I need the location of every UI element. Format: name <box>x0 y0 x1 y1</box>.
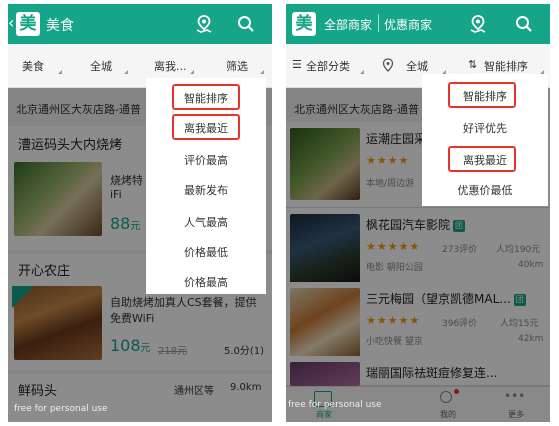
header-bar: 美 全部商家 优惠商家 <box>286 4 550 44</box>
dropdown-arrow-icon <box>260 70 264 74</box>
map-location-icon[interactable] <box>194 14 214 34</box>
list-icon: ☰ <box>292 58 302 71</box>
filter-sort[interactable]: 智能排序 <box>484 58 528 74</box>
menu-item-lowest-deal[interactable]: 优惠价最低 <box>422 182 548 198</box>
watermark: free for personal use <box>288 400 382 410</box>
filter-sort[interactable]: 离我... <box>154 58 187 74</box>
sort-icon: ⇅ <box>468 58 478 71</box>
highlight-box <box>448 146 516 172</box>
highlight-box <box>172 114 240 140</box>
search-icon[interactable] <box>514 14 534 34</box>
dropdown-arrow-icon <box>58 70 62 74</box>
menu-item-best-rated[interactable]: 好评优先 <box>422 120 548 136</box>
menu-item-price-low[interactable]: 价格最低 <box>146 244 266 260</box>
menu-item-newest[interactable]: 最新发布 <box>146 182 266 198</box>
menu-item-popular[interactable]: 人气最高 <box>146 214 266 230</box>
sort-dropdown-menu: 智能排序 离我最近 评价最高 最新发布 人气最高 价格最低 价格最高 <box>146 78 266 294</box>
app-logo: 美 <box>292 12 316 36</box>
filter-category[interactable]: 全部分类 <box>306 58 350 74</box>
map-location-icon[interactable] <box>468 14 488 34</box>
filter-screen[interactable]: 筛选 <box>226 58 248 74</box>
dropdown-arrow-icon <box>190 70 194 74</box>
filter-area[interactable]: 全城 <box>406 58 428 74</box>
menu-item-top-rated[interactable]: 评价最高 <box>146 152 266 168</box>
location-pin-icon <box>382 58 394 72</box>
left-screen: ‹ 美 美食 美食 全城 离我... 筛选 北京通州区大灰店路-通普 漕运码头大… <box>8 4 272 422</box>
filter-area[interactable]: 全城 <box>90 58 112 74</box>
filter-category[interactable]: 美食 <box>22 58 44 74</box>
search-icon[interactable] <box>236 14 256 34</box>
tab-divider <box>378 14 379 32</box>
highlight-box <box>448 82 516 108</box>
dropdown-arrow-icon <box>124 70 128 74</box>
dropdown-arrow-icon <box>360 70 364 74</box>
right-screen: 美 全部商家 优惠商家 ☰ 全部分类 全城 ⇅ 智能排序 北京通州区大灰店路-通… <box>286 4 550 422</box>
header-bar: ‹ 美 美食 <box>8 4 272 44</box>
tab-all-merchants[interactable]: 全部商家 <box>324 16 372 33</box>
app-logo: 美 <box>16 12 40 36</box>
tab-deal-merchants[interactable]: 优惠商家 <box>384 16 432 33</box>
page-title: 美食 <box>46 18 74 34</box>
menu-item-price-high[interactable]: 价格最高 <box>146 274 266 290</box>
back-icon[interactable]: ‹ <box>8 13 14 32</box>
watermark: free for personal use <box>14 404 108 414</box>
highlight-box <box>172 84 240 110</box>
